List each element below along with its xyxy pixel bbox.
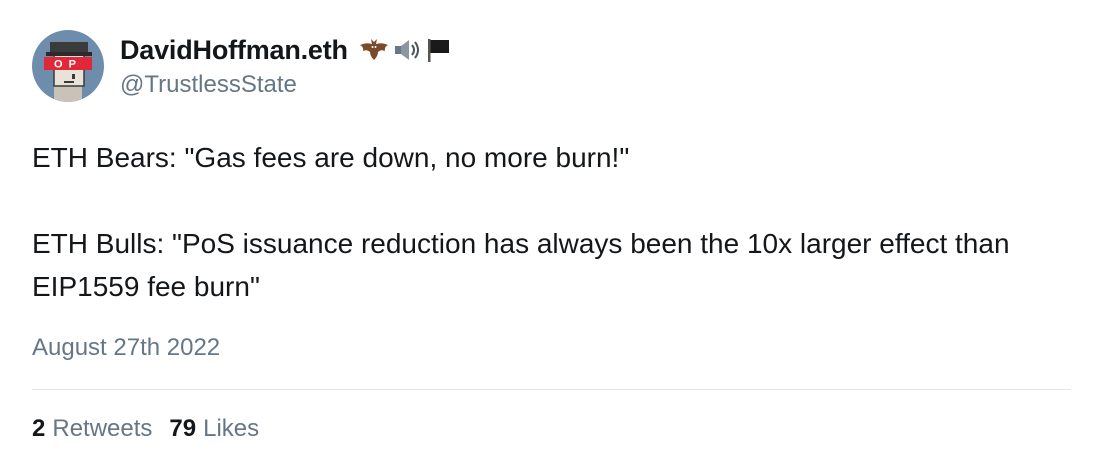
avatar-image: OP — [32, 30, 104, 102]
tweet-date[interactable]: August 27th 2022 — [32, 334, 220, 362]
avatar-visor-text: OP — [54, 59, 82, 71]
divider — [32, 389, 1071, 390]
tweet-header: OP DavidHoffman.eth @TrustlessState — [32, 30, 452, 102]
tweet-card: OP DavidHoffman.eth @TrustlessState ETH … — [0, 0, 1110, 468]
likes-count: 79 — [169, 415, 197, 442]
bat-emoji-icon — [359, 39, 388, 60]
avatar[interactable]: OP — [32, 30, 104, 102]
author-handle[interactable]: @TrustlessState — [120, 71, 452, 99]
likes-stat[interactable]: 79 Likes — [169, 415, 259, 443]
retweets-label: Retweets — [52, 415, 153, 442]
retweets-stat[interactable]: 2 Retweets — [32, 415, 152, 443]
display-name[interactable]: DavidHoffman.eth — [120, 35, 348, 66]
tweet-paragraph: ETH Bears: "Gas fees are down, no more b… — [32, 142, 630, 173]
name-row: DavidHoffman.eth — [120, 33, 452, 67]
retweets-count: 2 — [32, 415, 46, 442]
tweet-text: ETH Bears: "Gas fees are down, no more b… — [32, 136, 1082, 308]
tweet-paragraph: ETH Bulls: "PoS issuance reduction has a… — [32, 228, 1018, 302]
speaker-icon — [394, 40, 419, 60]
black-flag-icon — [427, 39, 449, 62]
tweet-stats: 2 Retweets 79 Likes — [32, 415, 259, 443]
author-names: DavidHoffman.eth @TrustlessState — [120, 33, 452, 99]
likes-label: Likes — [203, 415, 260, 442]
name-emojis — [358, 36, 452, 64]
